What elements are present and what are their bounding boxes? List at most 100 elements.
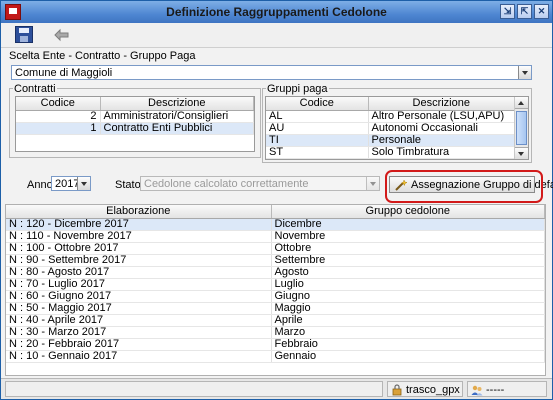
move-icon[interactable] [53, 26, 71, 43]
gruppo-cedolone-cell: Settembre [271, 254, 545, 267]
elaborazione-cell: N : 20 - Febbraio 2017 [6, 338, 272, 351]
elaborazione-cell: N : 50 - Maggio 2017 [6, 302, 272, 315]
stato-select[interactable]: Cedolone calcolato correttamente [140, 176, 380, 191]
elaborazione-cell: N : 10 - Gennaio 2017 [6, 350, 272, 363]
codice-cell: ST [266, 146, 369, 159]
highlight-box [385, 170, 543, 203]
gruppo-cedolone-cell: Aprile [271, 314, 545, 327]
table-row[interactable]: N : 120 - Dicembre 2017 Dicembre [6, 218, 545, 231]
maximize-icon[interactable]: ⇱ [517, 4, 532, 19]
table-row[interactable]: N : 10 - Gennaio 2017 Gennaio [6, 350, 545, 363]
status-extra: ----- [467, 381, 547, 397]
gruppi-paga-scrollbar[interactable] [514, 97, 528, 159]
gruppo-cedolone-cell: Marzo [271, 326, 545, 339]
table-row[interactable]: N : 40 - Aprile 2017 Aprile [6, 314, 545, 327]
stato-select-value: Cedolone calcolato correttamente [144, 178, 309, 190]
gruppo-cedolone-cell: Ottobre [271, 242, 545, 255]
elaborazione-cell: N : 30 - Marzo 2017 [6, 326, 272, 339]
save-icon[interactable] [15, 26, 33, 43]
scroll-up-icon[interactable] [515, 97, 528, 109]
codice-cell: 2 [16, 110, 101, 123]
table-row[interactable]: N : 50 - Maggio 2017 Maggio [6, 302, 545, 315]
codice-cell: 1 [16, 122, 101, 135]
table-row[interactable]: 2 Amministratori/Consiglieri [16, 110, 254, 123]
table-row[interactable]: N : 100 - Ottobre 2017 Ottobre [6, 242, 545, 255]
close-icon[interactable]: ✕ [534, 4, 549, 19]
table-row[interactable]: N : 60 - Giugno 2017 Giugno [6, 290, 545, 303]
gruppo-cedolone-cell: Novembre [271, 230, 545, 243]
table-row[interactable]: N : 80 - Agosto 2017 Agosto [6, 266, 545, 279]
elaborazione-cell: N : 100 - Ottobre 2017 [6, 242, 272, 255]
ente-select-value: Comune di Maggioli [15, 67, 113, 79]
elaborazione-cell: N : 80 - Agosto 2017 [6, 266, 272, 279]
codice-cell: AU [266, 122, 369, 135]
ente-select[interactable]: Comune di Maggioli [11, 65, 532, 80]
elaborazione-cell: N : 90 - Settembre 2017 [6, 254, 272, 267]
elaborazioni-grid: Elaborazione Gruppo cedolone N : 120 - D… [5, 204, 546, 376]
scelta-label: Scelta Ente - Contratto - Gruppo Paga [9, 50, 196, 62]
gruppi-paga-label: Gruppi paga [266, 83, 329, 95]
column-header[interactable]: Codice [16, 97, 101, 111]
title-bar[interactable]: Definizione Raggruppamenti Cedolone ⇲ ⇱ … [1, 1, 552, 23]
column-header[interactable]: Gruppo cedolone [271, 205, 545, 219]
elaborazione-cell: N : 70 - Luglio 2017 [6, 278, 272, 291]
descrizione-cell: Autonomi Occasionali [368, 122, 515, 135]
elaborazione-cell: N : 120 - Dicembre 2017 [6, 218, 272, 231]
descrizione-cell: Solo Timbratura [368, 146, 515, 159]
stato-label: Stato [115, 179, 141, 191]
gruppo-cedolone-cell: Febbraio [271, 338, 545, 351]
gruppo-cedolone-cell: Dicembre [271, 218, 545, 231]
gruppi-paga-grid: Codice Descrizione AL Altro Personale (L… [265, 96, 529, 160]
gruppo-cedolone-cell: Maggio [271, 302, 545, 315]
column-header[interactable]: Descrizione [100, 97, 254, 111]
status-cell-main [5, 381, 383, 397]
table-row[interactable]: N : 110 - Novembre 2017 Novembre [6, 230, 545, 243]
contratti-label: Contratti [13, 83, 57, 95]
window-controls: ⇲ ⇱ ✕ [500, 4, 549, 19]
elaborazione-cell: N : 110 - Novembre 2017 [6, 230, 272, 243]
gruppo-cedolone-cell: Giugno [271, 290, 545, 303]
descrizione-cell: Contratto Enti Pubblici [100, 122, 254, 135]
status-user-name: trasco_gpx [406, 384, 460, 396]
descrizione-cell: Altro Personale (LSU,APU) [368, 110, 515, 123]
anno-label: Anno [27, 179, 53, 191]
contratti-grid: Codice Descrizione 2 Amministratori/Cons… [15, 96, 255, 152]
table-row[interactable]: AL Altro Personale (LSU,APU) [266, 110, 515, 123]
table-row[interactable]: N : 20 - Febbraio 2017 Febbraio [6, 338, 545, 351]
table-row[interactable]: TI Personale [266, 134, 515, 147]
table-row[interactable]: ST Solo Timbratura [266, 146, 515, 159]
column-header[interactable]: Descrizione [368, 97, 515, 111]
chevron-down-icon[interactable] [518, 66, 531, 79]
status-extra-value: ----- [486, 384, 505, 396]
table-row[interactable]: AU Autonomi Occasionali [266, 122, 515, 135]
status-bar: trasco_gpx ----- [1, 378, 552, 399]
gruppo-cedolone-cell: Agosto [271, 266, 545, 279]
descrizione-cell: Amministratori/Consiglieri [100, 110, 254, 123]
elaborazione-cell: N : 60 - Giugno 2017 [6, 290, 272, 303]
users-icon [471, 385, 483, 396]
table-row[interactable]: N : 90 - Settembre 2017 Settembre [6, 254, 545, 267]
chevron-down-icon[interactable] [77, 177, 90, 190]
codice-cell: TI [266, 134, 369, 147]
restore-icon[interactable]: ⇲ [500, 4, 515, 19]
lock-user-icon [392, 384, 402, 396]
table-row[interactable]: N : 30 - Marzo 2017 Marzo [6, 326, 545, 339]
table-row[interactable]: 1 Contratto Enti Pubblici [16, 122, 254, 135]
toolbar [1, 23, 552, 47]
column-header[interactable]: Codice [266, 97, 369, 111]
codice-cell: AL [266, 110, 369, 123]
gruppo-cedolone-cell: Luglio [271, 278, 545, 291]
window-title: Definizione Raggruppamenti Cedolone [166, 5, 387, 19]
scroll-down-icon[interactable] [515, 147, 528, 159]
chevron-down-icon[interactable] [366, 177, 379, 190]
toolbar-divider [1, 47, 552, 48]
anno-select-value: 2017 [55, 178, 80, 190]
anno-select[interactable]: 2017 [51, 176, 91, 191]
app-window: Definizione Raggruppamenti Cedolone ⇲ ⇱ … [0, 0, 553, 400]
gruppo-cedolone-cell: Gennaio [271, 350, 545, 363]
table-row[interactable]: N : 70 - Luglio 2017 Luglio [6, 278, 545, 291]
scroll-thumb[interactable] [516, 111, 527, 145]
elaborazione-cell: N : 40 - Aprile 2017 [6, 314, 272, 327]
status-user: trasco_gpx [387, 381, 463, 397]
column-header[interactable]: Elaborazione [6, 205, 272, 219]
